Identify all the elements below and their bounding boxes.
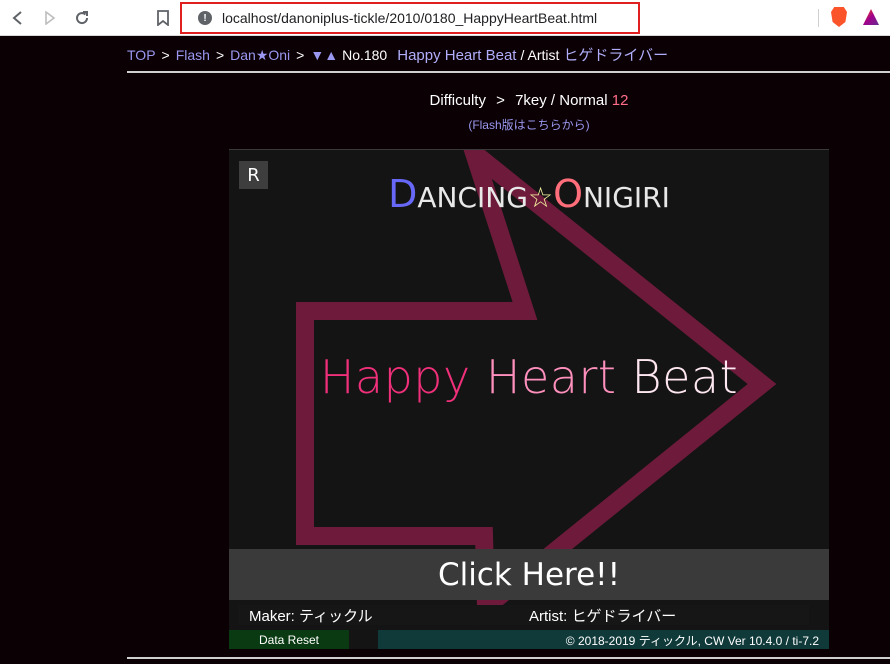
flash-version-link[interactable]: Flash版はこちらから xyxy=(472,118,585,132)
difficulty-label: Difficulty xyxy=(429,92,486,109)
back-arrow-icon[interactable] xyxy=(6,6,30,30)
breadcrumb-danoni-link[interactable]: Dan★Oni xyxy=(230,47,290,64)
forward-arrow-icon[interactable] xyxy=(38,6,62,30)
title-word-beat: Beat xyxy=(631,350,739,404)
reload-icon[interactable] xyxy=(70,6,94,30)
song-number: No.180 xyxy=(342,47,388,63)
game-screen[interactable]: R DANCING☆ONIGIRI Happy Heart Beat Click… xyxy=(229,149,829,649)
data-reset-button[interactable]: Data Reset xyxy=(229,630,349,649)
dancing-onigiri-logo: DANCING☆ONIGIRI xyxy=(229,172,829,216)
logo-ancing: ANCING xyxy=(417,181,528,214)
logo-letter-d: D xyxy=(388,172,418,216)
star-icon: ☆ xyxy=(527,181,554,214)
info-icon[interactable]: ! xyxy=(198,11,212,25)
title-word-heart: Heart xyxy=(485,350,617,404)
address-bar[interactable]: ! localhost/danoniplus-tickle/2010/0180_… xyxy=(180,2,640,34)
difficulty-line: Difficulty > 7key / Normal 12 xyxy=(0,92,890,109)
breadcrumb-separator: > xyxy=(215,47,225,63)
divider-top xyxy=(127,71,890,73)
game-song-title: Happy Heart Beat xyxy=(229,350,829,404)
maker-label: Maker: ティックル xyxy=(238,605,529,625)
breadcrumb: TOP > Flash > Dan★Oni > ▼▲ No.180 Happy … xyxy=(127,44,668,65)
artist-prefix: / Artist xyxy=(520,47,560,63)
breadcrumb-top-link[interactable]: TOP xyxy=(127,47,156,63)
logo-letter-o: O xyxy=(553,172,583,216)
breadcrumb-flash-link[interactable]: Flash xyxy=(176,47,210,63)
game-artist-label: Artist: ヒゲドライバー xyxy=(529,605,809,625)
difficulty-level: 12 xyxy=(611,92,629,109)
logo-nigiri: NIGIRI xyxy=(582,181,670,214)
browser-toolbar: ! localhost/danoniplus-tickle/2010/0180_… xyxy=(0,0,890,36)
song-title: Happy Heart Beat xyxy=(397,47,517,64)
brave-shield-icon[interactable] xyxy=(831,7,847,27)
toolbar-divider xyxy=(818,9,819,27)
breadcrumb-separator: > xyxy=(161,47,170,63)
brave-rewards-icon[interactable] xyxy=(863,9,879,25)
copyright-label: © 2018-2019 ティックル, CW Ver 10.4.0 / ti-7.… xyxy=(378,630,829,649)
url-text[interactable]: localhost/danoniplus-tickle/2010/0180_Ha… xyxy=(222,10,597,26)
title-word-happy: Happy xyxy=(319,350,471,404)
paren-close: ) xyxy=(585,118,590,132)
click-here-button[interactable]: Click Here!! xyxy=(229,549,829,600)
difficulty-separator: > xyxy=(496,92,505,109)
artist-name: ヒゲドライバー xyxy=(563,47,669,64)
difficulty-mode: 7key / Normal xyxy=(515,92,608,109)
breadcrumb-separator: > xyxy=(296,47,305,63)
bookmark-icon[interactable] xyxy=(151,6,175,30)
divider-bottom xyxy=(127,657,890,659)
flash-version-link-line: (Flash版はこちらから) xyxy=(0,116,890,133)
prev-next-nav[interactable]: ▼▲ xyxy=(310,47,338,63)
